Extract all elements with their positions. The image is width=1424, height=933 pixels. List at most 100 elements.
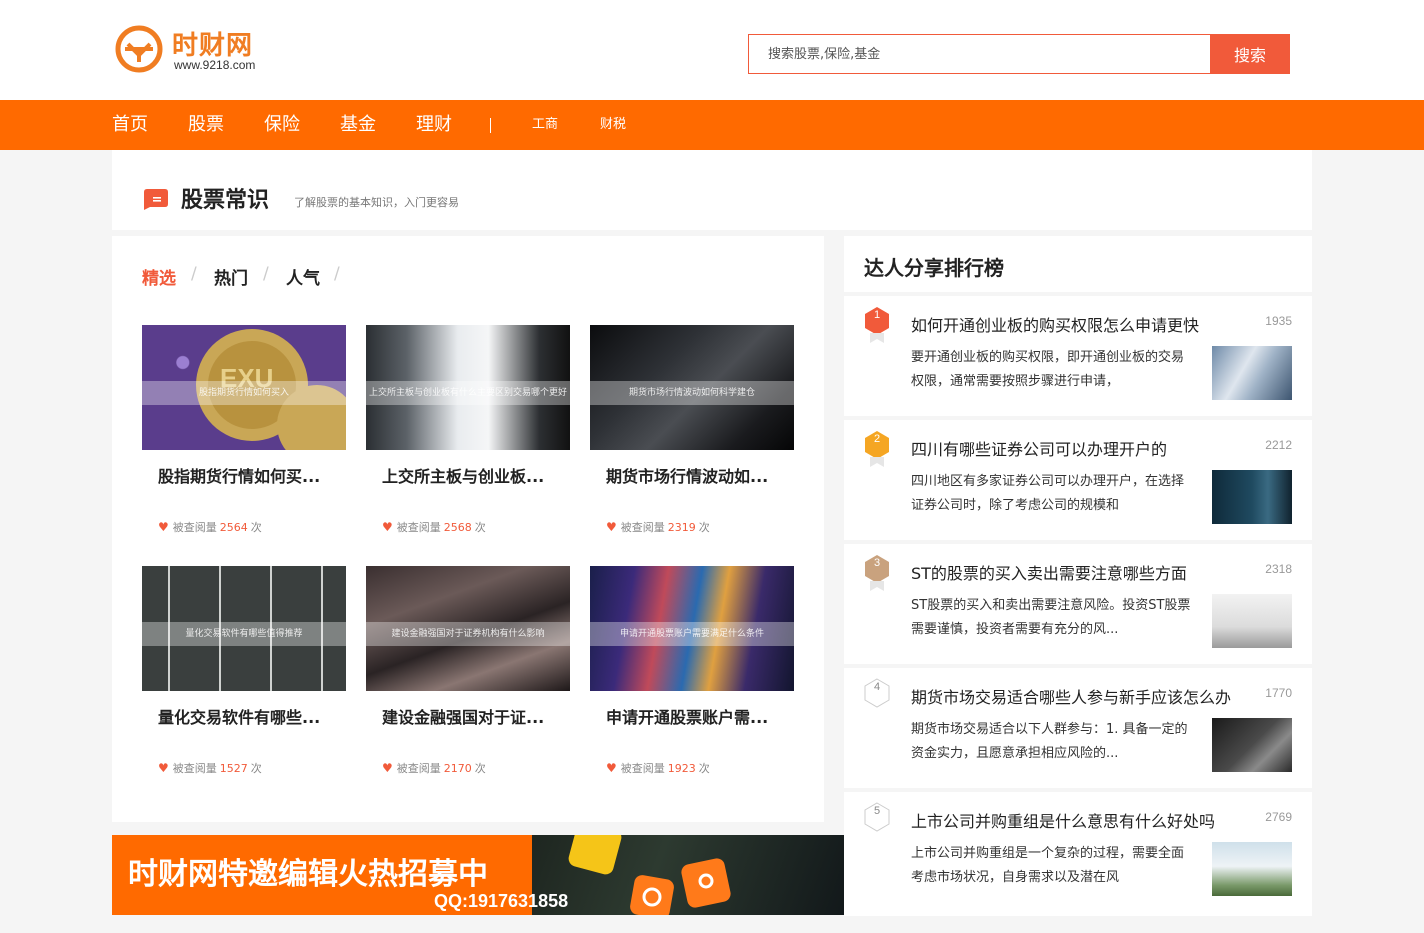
- ranking-item-thumb[interactable]: [1212, 718, 1292, 772]
- article-card[interactable]: 上交所主板与创业板有什么主要区别交易哪个更好 上交所主板与创业板... ♥ 被查…: [366, 325, 570, 547]
- views-label: 被查阅量: [396, 762, 441, 775]
- views-count: 2170: [443, 761, 472, 775]
- nav-separator: [490, 118, 491, 133]
- rank-number: 3: [873, 557, 881, 569]
- ranking-item[interactable]: 5 上市公司并购重组是什么意思有什么好处吗 2769 上市公司并购重组是一个复杂…: [844, 788, 1312, 908]
- rank-number: 2: [873, 433, 881, 445]
- ranking-item[interactable]: 1 如何开通创业板的购买权限怎么申请更快 1935 要开通创业板的购买权限，即开…: [844, 292, 1312, 412]
- ranking-item-count: 2212: [1265, 438, 1292, 452]
- ranking-item-desc: 四川地区有多家证券公司可以办理开户，在选择证券公司时，除了考虑公司的规模和: [911, 474, 1185, 513]
- ranking-item-title[interactable]: 上市公司并购重组是什么意思有什么好处吗: [911, 808, 1215, 832]
- nav-item-funds[interactable]: 基金: [340, 100, 376, 150]
- ranking-item-count: 2318: [1265, 562, 1292, 576]
- banner-decoration: [568, 835, 731, 915]
- tab-divider: /: [263, 264, 269, 284]
- image-overlay-text: 量化交易软件有哪些值得推荐: [142, 622, 346, 646]
- tab-divider: /: [334, 264, 340, 284]
- article-image[interactable]: EXU 股指期货行情如何买入: [142, 325, 346, 450]
- article-views: ♥ 被查阅量 2568 次: [382, 519, 486, 535]
- heart-icon: ♥: [382, 761, 393, 775]
- views-label: 被查阅量: [172, 521, 217, 534]
- chat-bubble-icon: [144, 189, 168, 210]
- rank-badge: 5: [864, 802, 890, 832]
- article-title[interactable]: 量化交易软件有哪些...: [158, 704, 320, 728]
- section-subtitle: 了解股票的基本知识，入门更容易: [294, 196, 459, 209]
- heart-icon: ♥: [158, 520, 169, 534]
- rank-badge: 4: [864, 678, 890, 708]
- article-title[interactable]: 股指期货行情如何买...: [158, 463, 320, 487]
- nav-item-tax[interactable]: 财税: [600, 100, 626, 150]
- article-title[interactable]: 上交所主板与创业板...: [382, 463, 544, 487]
- image-overlay-text: 股指期货行情如何买入: [142, 381, 346, 405]
- ranking-item[interactable]: 4 期货市场交易适合哪些人参与新手应该怎么办 1770 期货市场交易适合以下人群…: [844, 664, 1312, 784]
- ranking-item-title[interactable]: 四川有哪些证券公司可以办理开户的: [911, 436, 1167, 460]
- ranking-item-desc: 期货市场交易适合以下人群参与：1. 具备一定的资金实力，且愿意承担相应风险的..…: [911, 722, 1188, 761]
- article-image[interactable]: 期货市场行情波动如何科学建仓: [590, 325, 794, 450]
- views-count: 2568: [443, 520, 472, 534]
- views-label: 被查阅量: [172, 762, 217, 775]
- ranking-item[interactable]: 3 ST的股票的买入卖出需要注意哪些方面 2318 ST股票的买入和卖出需要注意…: [844, 540, 1312, 660]
- article-image[interactable]: 申请开通股票账户需要满足什么条件: [590, 566, 794, 691]
- site-logo[interactable]: 时财网 www.9218.com: [114, 24, 274, 76]
- ranking-item-desc: ST股票的买入和卖出需要注意风险。投资ST股票需要谨慎，投资者需要有充分的风..…: [911, 598, 1191, 637]
- search-button[interactable]: 搜索: [1210, 34, 1290, 74]
- nav-item-stocks[interactable]: 股票: [188, 100, 224, 150]
- article-image[interactable]: 建设金融强国对于证券机构有什么影响: [366, 566, 570, 691]
- image-overlay-text: 上交所主板与创业板有什么主要区别交易哪个更好: [366, 381, 570, 405]
- rank-number: 1: [873, 309, 881, 321]
- ranking-item-title[interactable]: ST的股票的买入卖出需要注意哪些方面: [911, 560, 1187, 584]
- article-views: ♥ 被查阅量 1923 次: [606, 760, 710, 776]
- article-image[interactable]: 上交所主板与创业板有什么主要区别交易哪个更好: [366, 325, 570, 450]
- ranking-item-desc: 上市公司并购重组是一个复杂的过程，需要全面考虑市场状况，自身需求以及潜在风: [911, 846, 1185, 885]
- ranking-item-title[interactable]: 如何开通创业板的购买权限怎么申请更快: [911, 312, 1199, 336]
- rank-badge: 2: [864, 430, 890, 467]
- article-title[interactable]: 期货市场行情波动如...: [606, 463, 768, 487]
- article-title[interactable]: 建设金融强国对于证...: [382, 704, 544, 728]
- search-box: [748, 34, 1211, 74]
- recruit-banner[interactable]: 时财网特邀编辑火热招募中 QQ:1917631858: [112, 835, 844, 915]
- tab-featured[interactable]: 精选: [142, 264, 176, 289]
- article-title[interactable]: 申请开通股票账户需...: [606, 704, 768, 728]
- ranking-item-count: 2769: [1265, 810, 1292, 824]
- banner-headline: 时财网特邀编辑火热招募中: [128, 857, 488, 892]
- nav-item-home[interactable]: 首页: [112, 100, 148, 150]
- article-views: ♥ 被查阅量 2564 次: [158, 519, 262, 535]
- views-unit: 次: [250, 521, 262, 534]
- rank-number: 4: [873, 681, 881, 693]
- ranking-item-thumb[interactable]: [1212, 594, 1292, 648]
- logo-name: 时财网: [172, 31, 254, 61]
- rank-number: 5: [873, 805, 881, 817]
- ranking-panel: 达人分享排行榜 1 如何开通创业板的购买权限怎么申请更快 1935 要开通创业板…: [844, 236, 1312, 916]
- article-card[interactable]: 期货市场行情波动如何科学建仓 期货市场行情波动如... ♥ 被查阅量 2319 …: [590, 325, 794, 547]
- article-views: ♥ 被查阅量 2170 次: [382, 760, 486, 776]
- heart-icon: ♥: [382, 520, 393, 534]
- ranking-item-title[interactable]: 期货市场交易适合哪些人参与新手应该怎么办: [911, 684, 1231, 708]
- article-grid-panel: 精选 / 热门 / 人气 / EXU 股指期货行情如何买入 股指期货行情如何买.…: [112, 236, 824, 822]
- article-card[interactable]: 申请开通股票账户需要满足什么条件 申请开通股票账户需... ♥ 被查阅量 192…: [590, 566, 794, 788]
- search-input[interactable]: [749, 35, 1211, 73]
- article-card[interactable]: 建设金融强国对于证券机构有什么影响 建设金融强国对于证... ♥ 被查阅量 21…: [366, 566, 570, 788]
- nav-item-insurance[interactable]: 保险: [264, 100, 300, 150]
- ranking-item-count: 1935: [1265, 314, 1292, 328]
- banner-graphic: [532, 835, 844, 915]
- article-views: ♥ 被查阅量 2319 次: [606, 519, 710, 535]
- tab-hot[interactable]: 热门: [214, 264, 248, 289]
- main-nav: 首页 股票 保险 基金 理财 工商 财税: [0, 100, 1424, 150]
- views-unit: 次: [698, 521, 710, 534]
- ranking-item-thumb[interactable]: [1212, 470, 1292, 524]
- ranking-item-thumb[interactable]: [1212, 346, 1292, 400]
- article-card[interactable]: 量化交易软件有哪些值得推荐 量化交易软件有哪些... ♥ 被查阅量 1527 次: [142, 566, 346, 788]
- section-title: 股票常识: [181, 188, 270, 213]
- tab-popular[interactable]: 人气: [286, 264, 320, 289]
- views-label: 被查阅量: [620, 521, 665, 534]
- heart-icon: ♥: [158, 761, 169, 775]
- nav-item-finance[interactable]: 理财: [416, 100, 452, 150]
- views-count: 2319: [667, 520, 696, 534]
- heart-icon: ♥: [606, 520, 617, 534]
- ranking-item[interactable]: 2 四川有哪些证券公司可以办理开户的 2212 四川地区有多家证券公司可以办理开…: [844, 416, 1312, 536]
- ranking-item-thumb[interactable]: [1212, 842, 1292, 896]
- nav-item-business[interactable]: 工商: [532, 100, 558, 150]
- article-image[interactable]: 量化交易软件有哪些值得推荐: [142, 566, 346, 691]
- article-card[interactable]: EXU 股指期货行情如何买入 股指期货行情如何买... ♥ 被查阅量 2564 …: [142, 325, 346, 547]
- site-header: 时财网 www.9218.com 搜索: [0, 0, 1424, 100]
